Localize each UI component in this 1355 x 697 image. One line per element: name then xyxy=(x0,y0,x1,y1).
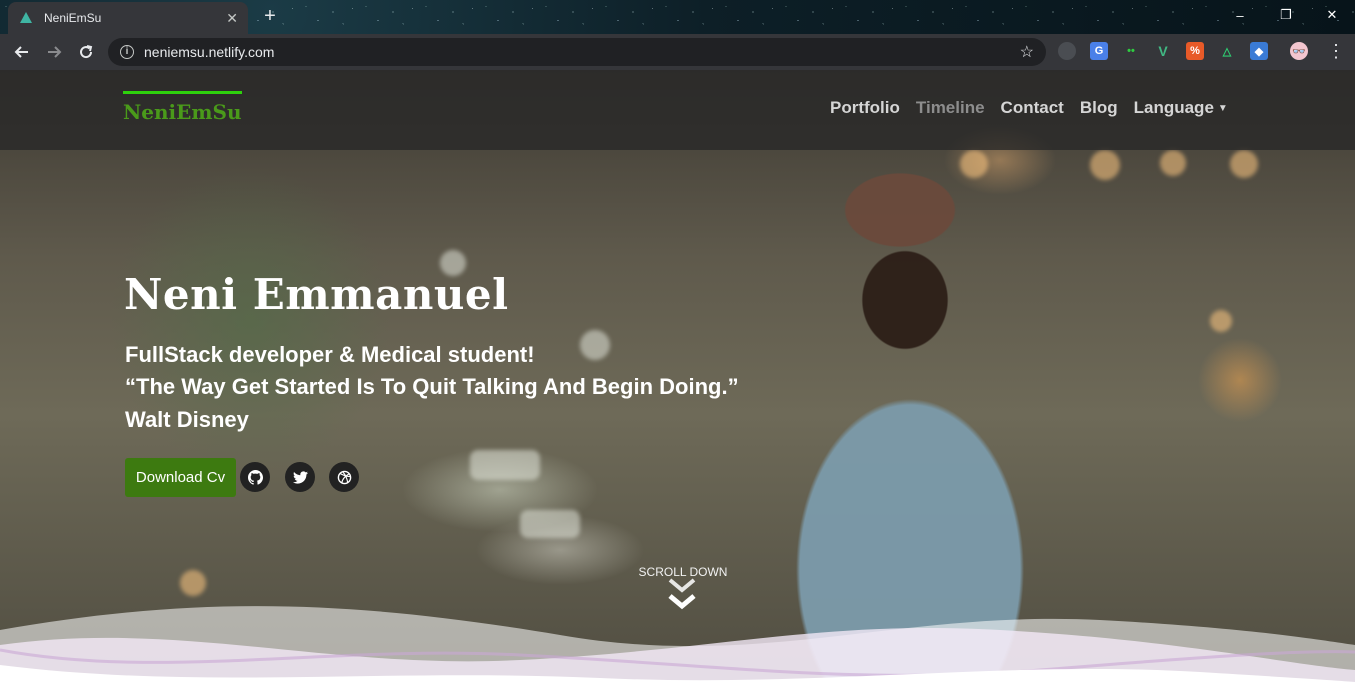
tab-close-icon[interactable]: ✕ xyxy=(226,10,238,27)
nav-item-blog[interactable]: Blog xyxy=(1080,98,1118,118)
profile-avatar-icon[interactable]: 👓 xyxy=(1290,42,1308,60)
github-icon xyxy=(247,469,263,485)
translate-extension-icon[interactable]: G xyxy=(1090,42,1108,60)
hero-quote: “The Way Get Started Is To Quit Talking … xyxy=(125,374,739,399)
close-window-button[interactable]: ✕ xyxy=(1309,0,1355,30)
nav-item-timeline[interactable]: Timeline xyxy=(916,98,985,118)
bokeh-light xyxy=(1210,310,1232,332)
browser-menu-icon[interactable]: ⋮ xyxy=(1327,42,1345,60)
forward-button[interactable] xyxy=(38,36,70,68)
twitter-link[interactable] xyxy=(285,462,315,492)
nav-item-contact[interactable]: Contact xyxy=(1001,98,1064,118)
browser-tab-strip: NeniEmSu ✕ + – ❐ ✕ xyxy=(0,0,1355,34)
bokeh-light xyxy=(1230,150,1258,178)
code-extension-icon[interactable]: % xyxy=(1186,42,1204,60)
globe-extension-icon[interactable] xyxy=(1058,42,1076,60)
reload-icon xyxy=(80,45,93,59)
hero-wave-divider xyxy=(0,606,1355,697)
site-navbar: NeniEmSu Portfolio Timeline Contact Blog… xyxy=(0,70,1355,150)
dribbble-icon xyxy=(337,470,351,484)
minimize-button[interactable]: – xyxy=(1217,0,1263,30)
netlify-favicon-icon xyxy=(20,12,32,23)
nav-item-language[interactable]: Language ▼ xyxy=(1134,98,1228,118)
vue-devtools-extension-icon[interactable]: V xyxy=(1154,42,1172,60)
hero-quote-author: Walt Disney xyxy=(125,407,249,432)
restore-button[interactable]: ❐ xyxy=(1263,0,1309,30)
triangle-extension-icon[interactable]: △ xyxy=(1218,42,1236,60)
twitter-icon xyxy=(292,470,308,484)
dribbble-link[interactable] xyxy=(329,462,359,492)
address-bar[interactable]: i neniemsu.netlify.com ☆ xyxy=(108,38,1046,66)
bokeh-light xyxy=(520,510,580,538)
language-label: Language xyxy=(1133,98,1214,117)
bokeh-light xyxy=(580,330,610,360)
forward-arrow-icon xyxy=(48,46,62,58)
back-button[interactable] xyxy=(6,36,38,68)
bokeh-light xyxy=(470,450,540,480)
site-info-icon[interactable]: i xyxy=(120,45,134,59)
bookmark-star-icon[interactable]: ☆ xyxy=(1020,42,1034,62)
new-tab-button[interactable]: + xyxy=(258,4,282,28)
blue-diamond-extension-icon[interactable]: ◆ xyxy=(1250,42,1268,60)
url-text[interactable]: neniemsu.netlify.com xyxy=(144,44,1020,60)
tab-title: NeniEmSu xyxy=(44,11,102,25)
nav-links: Portfolio Timeline Contact Blog Language… xyxy=(830,98,1244,118)
browser-tab[interactable]: NeniEmSu ✕ xyxy=(8,2,248,34)
back-arrow-icon xyxy=(14,46,28,58)
bokeh-light xyxy=(1160,150,1186,176)
window-controls: – ❐ ✕ xyxy=(1217,0,1355,30)
site-brand-logo[interactable]: NeniEmSu xyxy=(123,91,242,124)
nav-item-portfolio[interactable]: Portfolio xyxy=(830,98,900,118)
download-cv-button[interactable]: Download Cv xyxy=(125,458,236,497)
green-dots-extension-icon[interactable]: •• xyxy=(1122,42,1140,60)
extension-icons: G •• V % △ ◆ 👓 xyxy=(1058,42,1322,60)
github-link[interactable] xyxy=(240,462,270,492)
caret-down-icon: ▼ xyxy=(1217,103,1228,115)
page-viewport: NeniEmSu Portfolio Timeline Contact Blog… xyxy=(0,70,1355,697)
hero-subtitle: FullStack developer & Medical student! xyxy=(125,342,535,367)
browser-toolbar: i neniemsu.netlify.com ☆ G •• V % △ ◆ 👓 … xyxy=(0,34,1355,70)
hero-name: Neni Emmanuel xyxy=(124,270,509,319)
reload-button[interactable] xyxy=(70,36,102,68)
